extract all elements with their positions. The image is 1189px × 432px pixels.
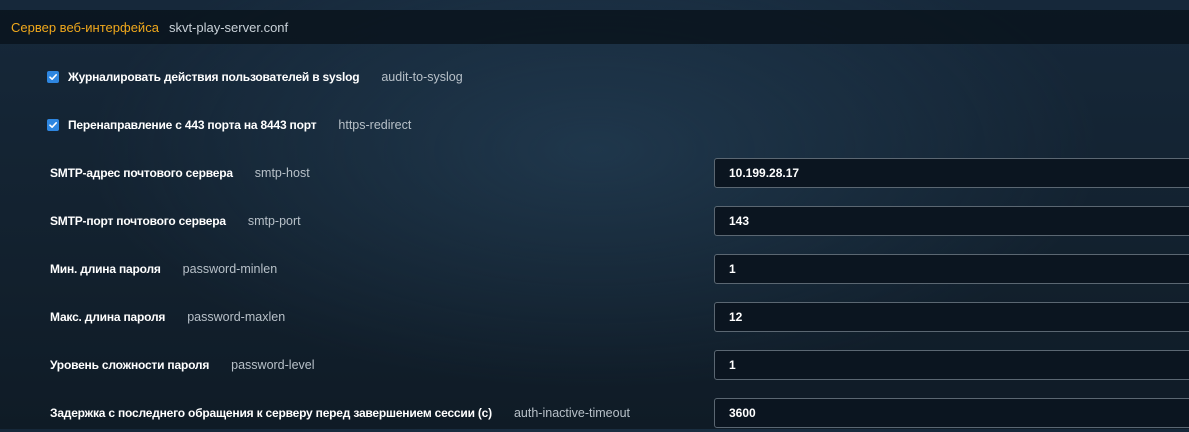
setting-label-wrap: SMTP-адрес почтового сервера smtp-host [50, 154, 310, 192]
setting-label: SMTP-адрес почтового сервера [50, 166, 233, 180]
checkbox-label-wrap[interactable]: Журналировать действия пользователей в s… [47, 58, 463, 96]
setting-label-wrap: SMTP-порт почтового сервера smtp-port [50, 202, 301, 240]
smtp-host-input[interactable] [714, 158, 1189, 188]
setting-label: Задержка с последнего обращения к сервер… [50, 406, 492, 420]
setting-row-audit-to-syslog: Журналировать действия пользователей в s… [0, 58, 1189, 96]
checkmark-icon [49, 122, 57, 128]
setting-row-password-maxlen: Макс. длина пароля password-maxlen [0, 298, 1189, 336]
https-redirect-checkbox[interactable] [47, 119, 59, 131]
setting-row-auth-inactive-timeout: Задержка с последнего обращения к сервер… [0, 394, 1189, 432]
smtp-port-input[interactable] [714, 206, 1189, 236]
section-config-file: skvt-play-server.conf [168, 19, 289, 35]
setting-label: Перенаправление с 443 порта на 8443 порт [68, 118, 317, 132]
setting-row-password-minlen: Мин. длина пароля password-minlen [0, 250, 1189, 288]
password-level-input[interactable] [714, 350, 1189, 380]
setting-key: auth-inactive-timeout [513, 406, 630, 420]
setting-label-wrap: Мин. длина пароля password-minlen [50, 250, 277, 288]
setting-label: SMTP-порт почтового сервера [50, 214, 226, 228]
setting-row-https-redirect: Перенаправление с 443 порта на 8443 порт… [0, 106, 1189, 144]
password-maxlen-input[interactable] [714, 302, 1189, 332]
setting-label-wrap: Задержка с последнего обращения к сервер… [50, 394, 630, 432]
auth-inactive-timeout-input[interactable] [714, 398, 1189, 428]
setting-row-password-level: Уровень сложности пароля password-level [0, 346, 1189, 384]
setting-label-wrap: Уровень сложности пароля password-level [50, 346, 315, 384]
setting-key: password-minlen [182, 262, 278, 276]
checkbox-label-wrap[interactable]: Перенаправление с 443 порта на 8443 порт… [47, 106, 411, 144]
password-minlen-input[interactable] [714, 254, 1189, 284]
setting-label: Макс. длина пароля [50, 310, 166, 324]
setting-key: smtp-host [254, 166, 310, 180]
checkmark-icon [49, 74, 57, 80]
setting-label: Уровень сложности пароля [50, 358, 210, 372]
section-title: Сервер веб-интерфейса [11, 19, 159, 35]
section-header: Сервер веб-интерфейса skvt-play-server.c… [0, 10, 1189, 44]
setting-label-wrap: Макс. длина пароля password-maxlen [50, 298, 285, 336]
setting-row-smtp-host: SMTP-адрес почтового сервера smtp-host [0, 154, 1189, 192]
setting-key: https-redirect [338, 118, 412, 132]
setting-key: password-maxlen [187, 310, 286, 324]
audit-to-syslog-checkbox[interactable] [47, 71, 59, 83]
setting-key: audit-to-syslog [381, 70, 463, 84]
setting-key: smtp-port [247, 214, 301, 228]
setting-key: password-level [231, 358, 315, 372]
setting-row-smtp-port: SMTP-порт почтового сервера smtp-port [0, 202, 1189, 240]
setting-label: Журналировать действия пользователей в s… [68, 70, 360, 84]
setting-label: Мин. длина пароля [50, 262, 161, 276]
